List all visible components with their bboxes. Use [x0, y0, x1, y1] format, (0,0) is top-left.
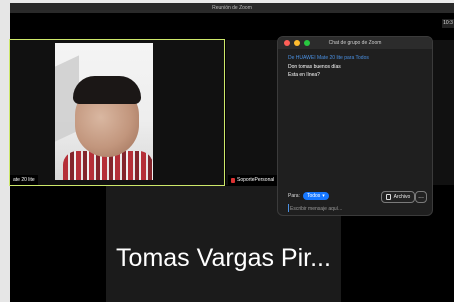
minimize-button[interactable] — [294, 40, 300, 46]
chat-message: Don tomas buenos días — [288, 64, 341, 70]
active-speaker-label: ate 20 lite — [10, 175, 38, 185]
recipient-row: Para: Todos ▾ — [288, 192, 329, 200]
participant-name: SoportePersonal — [237, 177, 275, 183]
chat-from-line: De HUAWEI Mate 20 lite para Todos — [288, 55, 369, 61]
chat-message: Esta en línea? — [288, 72, 320, 78]
window-title: Reunión de Zoom — [212, 5, 252, 11]
file-icon — [385, 194, 391, 200]
chevron-down-icon: ▾ — [322, 193, 325, 199]
recipient-value: Todos — [306, 193, 321, 199]
close-button[interactable] — [284, 40, 290, 46]
clock: 10:3 — [442, 19, 454, 28]
active-speaker-tile[interactable]: ate 20 lite — [9, 39, 225, 186]
chat-message-input[interactable] — [288, 203, 424, 215]
window-controls — [284, 40, 310, 46]
mic-muted-icon — [231, 177, 235, 183]
participant-label: SoportePersonal — [228, 175, 278, 185]
participant-name-large: Tomas Vargas Pir... — [116, 244, 331, 272]
window-titlebar: Reunión de Zoom — [10, 3, 454, 13]
left-background — [0, 0, 10, 302]
file-button[interactable]: Archivo — [381, 191, 415, 203]
recipient-label: Para: — [288, 193, 300, 199]
chat-title: Chat de grupo de Zoom — [328, 40, 382, 46]
file-button-label: Archivo — [393, 194, 411, 200]
zoom-button[interactable] — [304, 40, 310, 46]
recipient-select[interactable]: Todos ▾ — [302, 192, 329, 200]
participant-video — [55, 43, 153, 180]
group-chat-panel: Chat de grupo de Zoom De HUAWEI Mate 20 … — [277, 36, 433, 216]
zoom-meeting-window: Reunión de Zoom 10:3 ate 20 lite Soporte… — [9, 3, 454, 302]
more-options-button[interactable]: ... — [415, 191, 427, 203]
participant-hair — [73, 76, 141, 104]
